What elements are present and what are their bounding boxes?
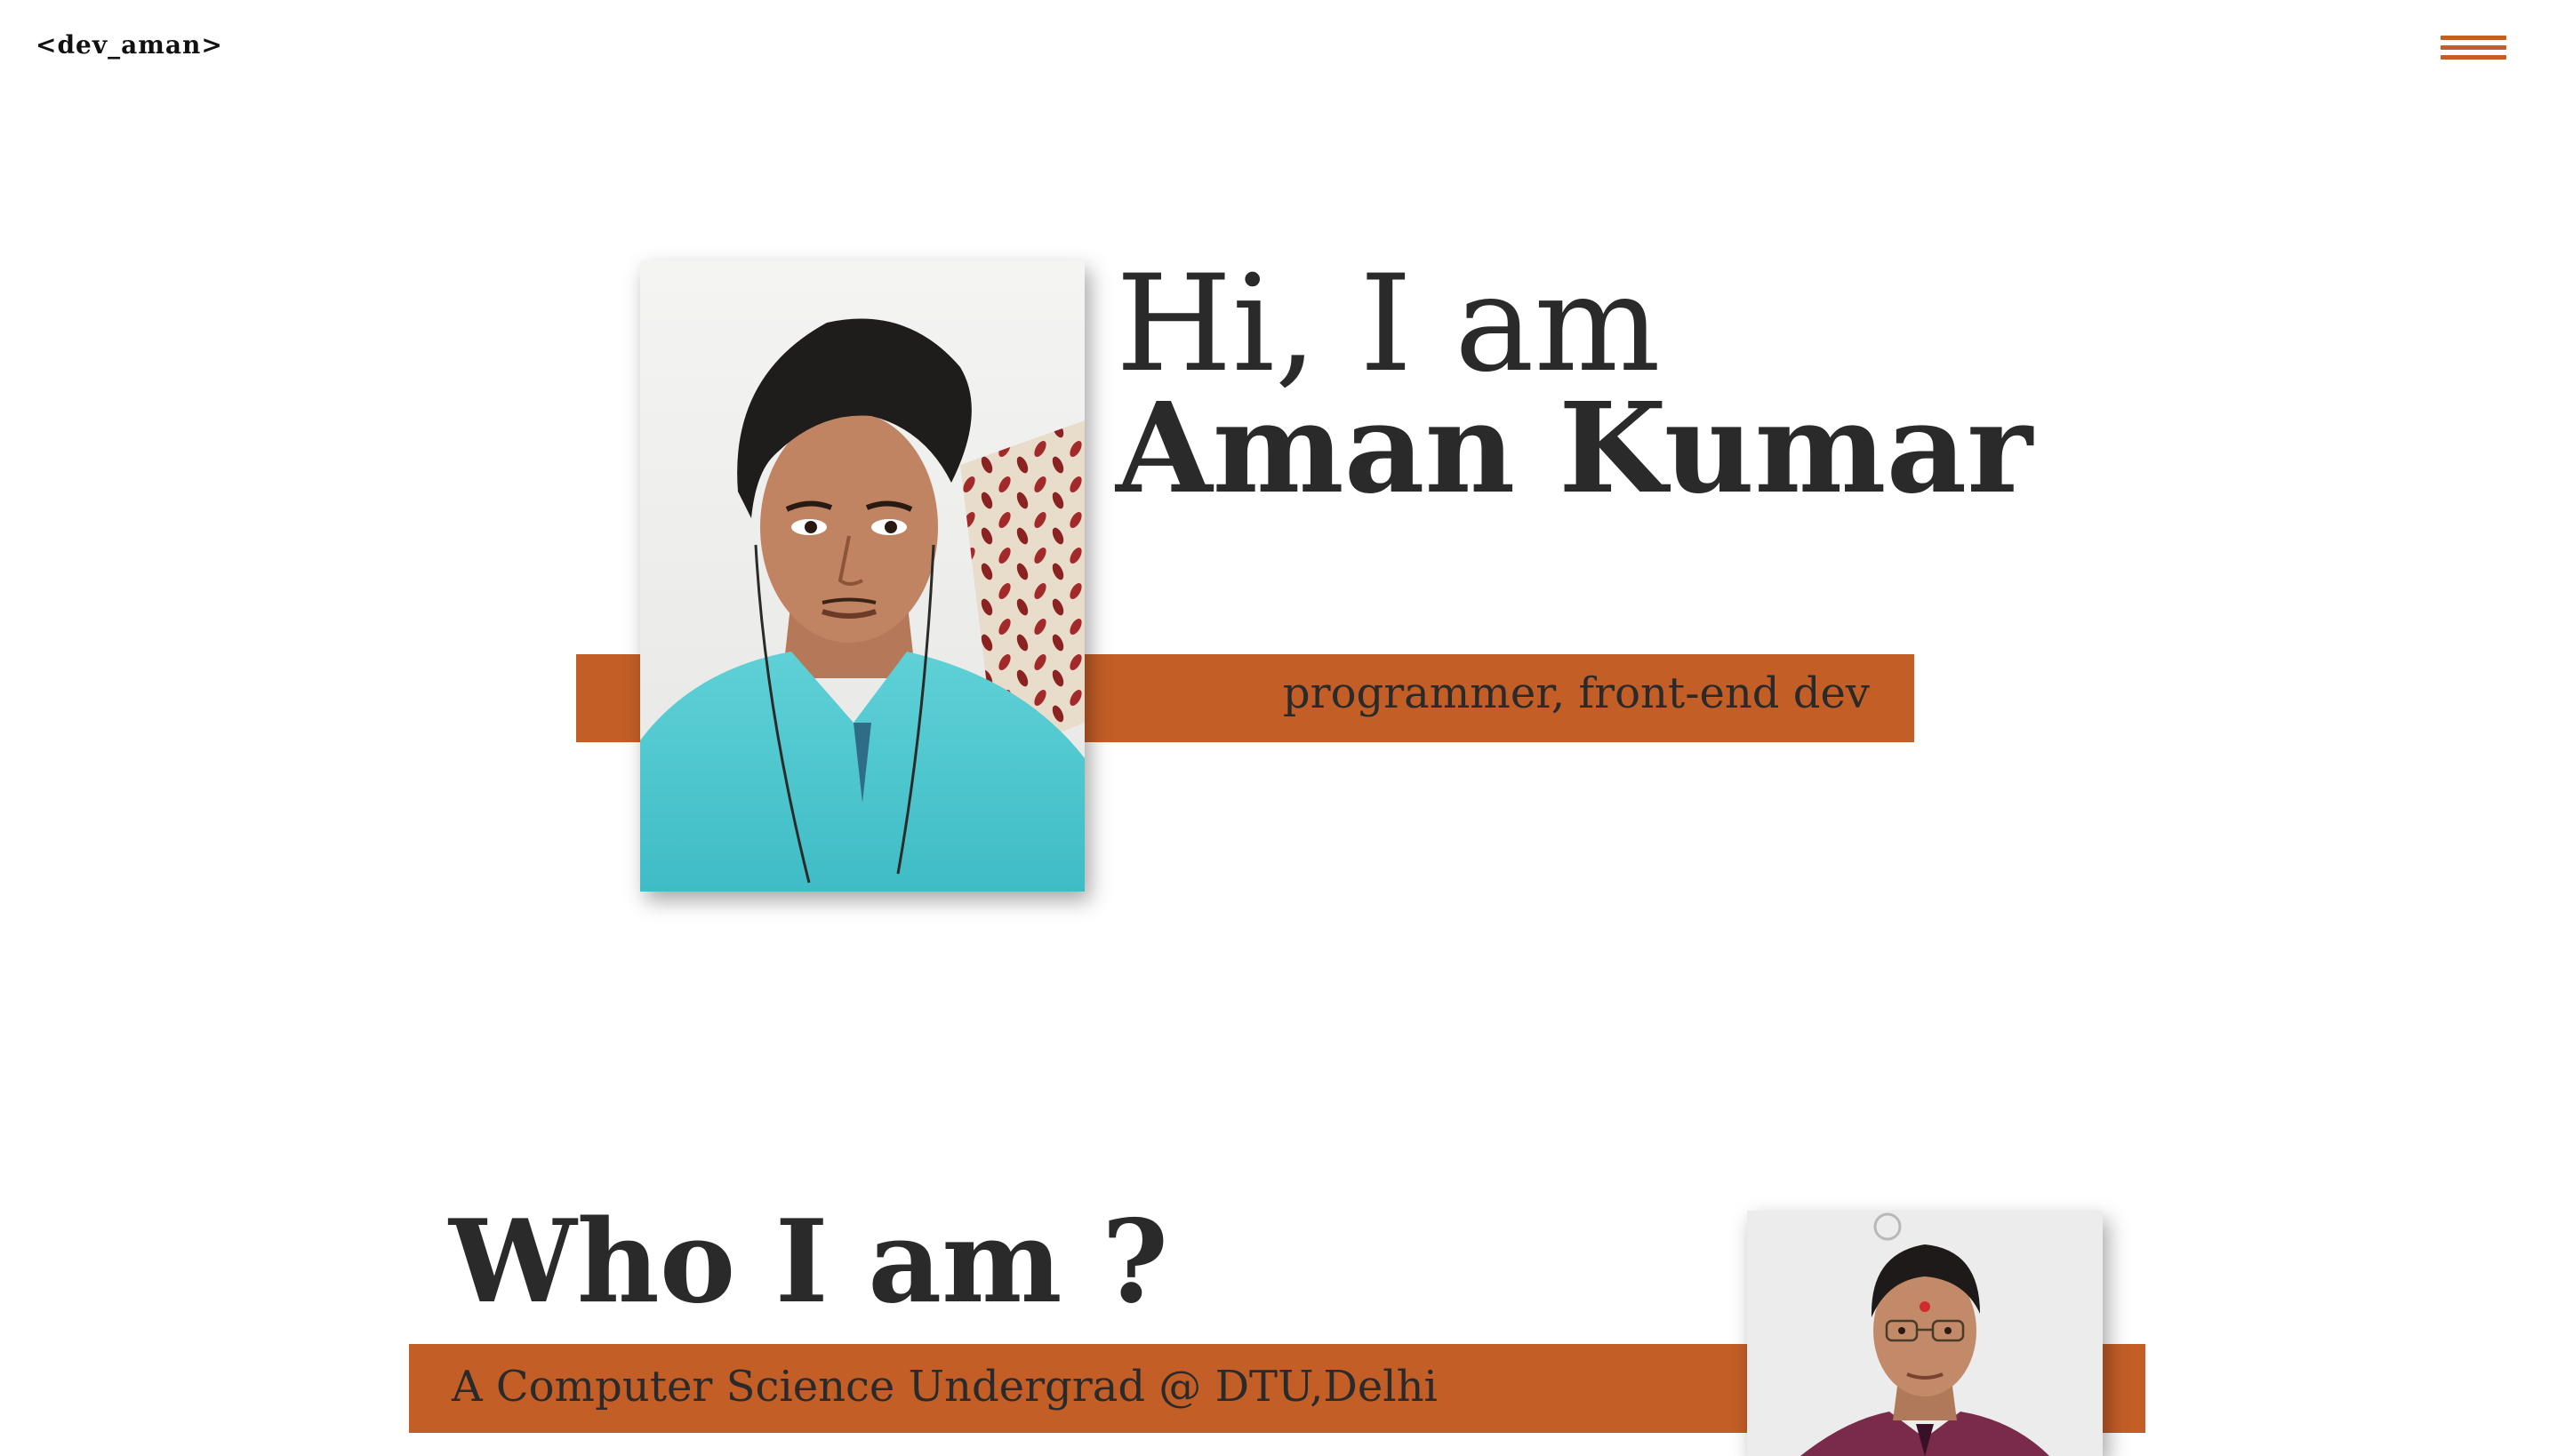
hamburger-menu-button[interactable] (2441, 32, 2512, 66)
page: <dev_aman> programmer, front-end dev Hi,… (0, 0, 2557, 1456)
site-logo[interactable]: <dev_aman> (36, 30, 223, 60)
about-photo (1747, 1211, 2103, 1456)
hamburger-icon-bar (2441, 45, 2506, 50)
profile-photo (640, 260, 1085, 892)
hero-name: Aman Kumar (1116, 376, 2032, 522)
about-subtitle: A Computer Science Undergrad @ DTU,Delhi (452, 1362, 1438, 1412)
hamburger-icon-bar (2441, 55, 2506, 60)
about-title: Who I am ? (449, 1196, 1169, 1329)
hero-role-text: programmer, front-end dev (1282, 668, 1870, 718)
hamburger-icon-bar (2441, 36, 2506, 40)
profile-photo-image (640, 260, 1085, 892)
about-photo-image (1747, 1211, 2103, 1456)
hero-greeting: Hi, I am (1116, 247, 1661, 402)
